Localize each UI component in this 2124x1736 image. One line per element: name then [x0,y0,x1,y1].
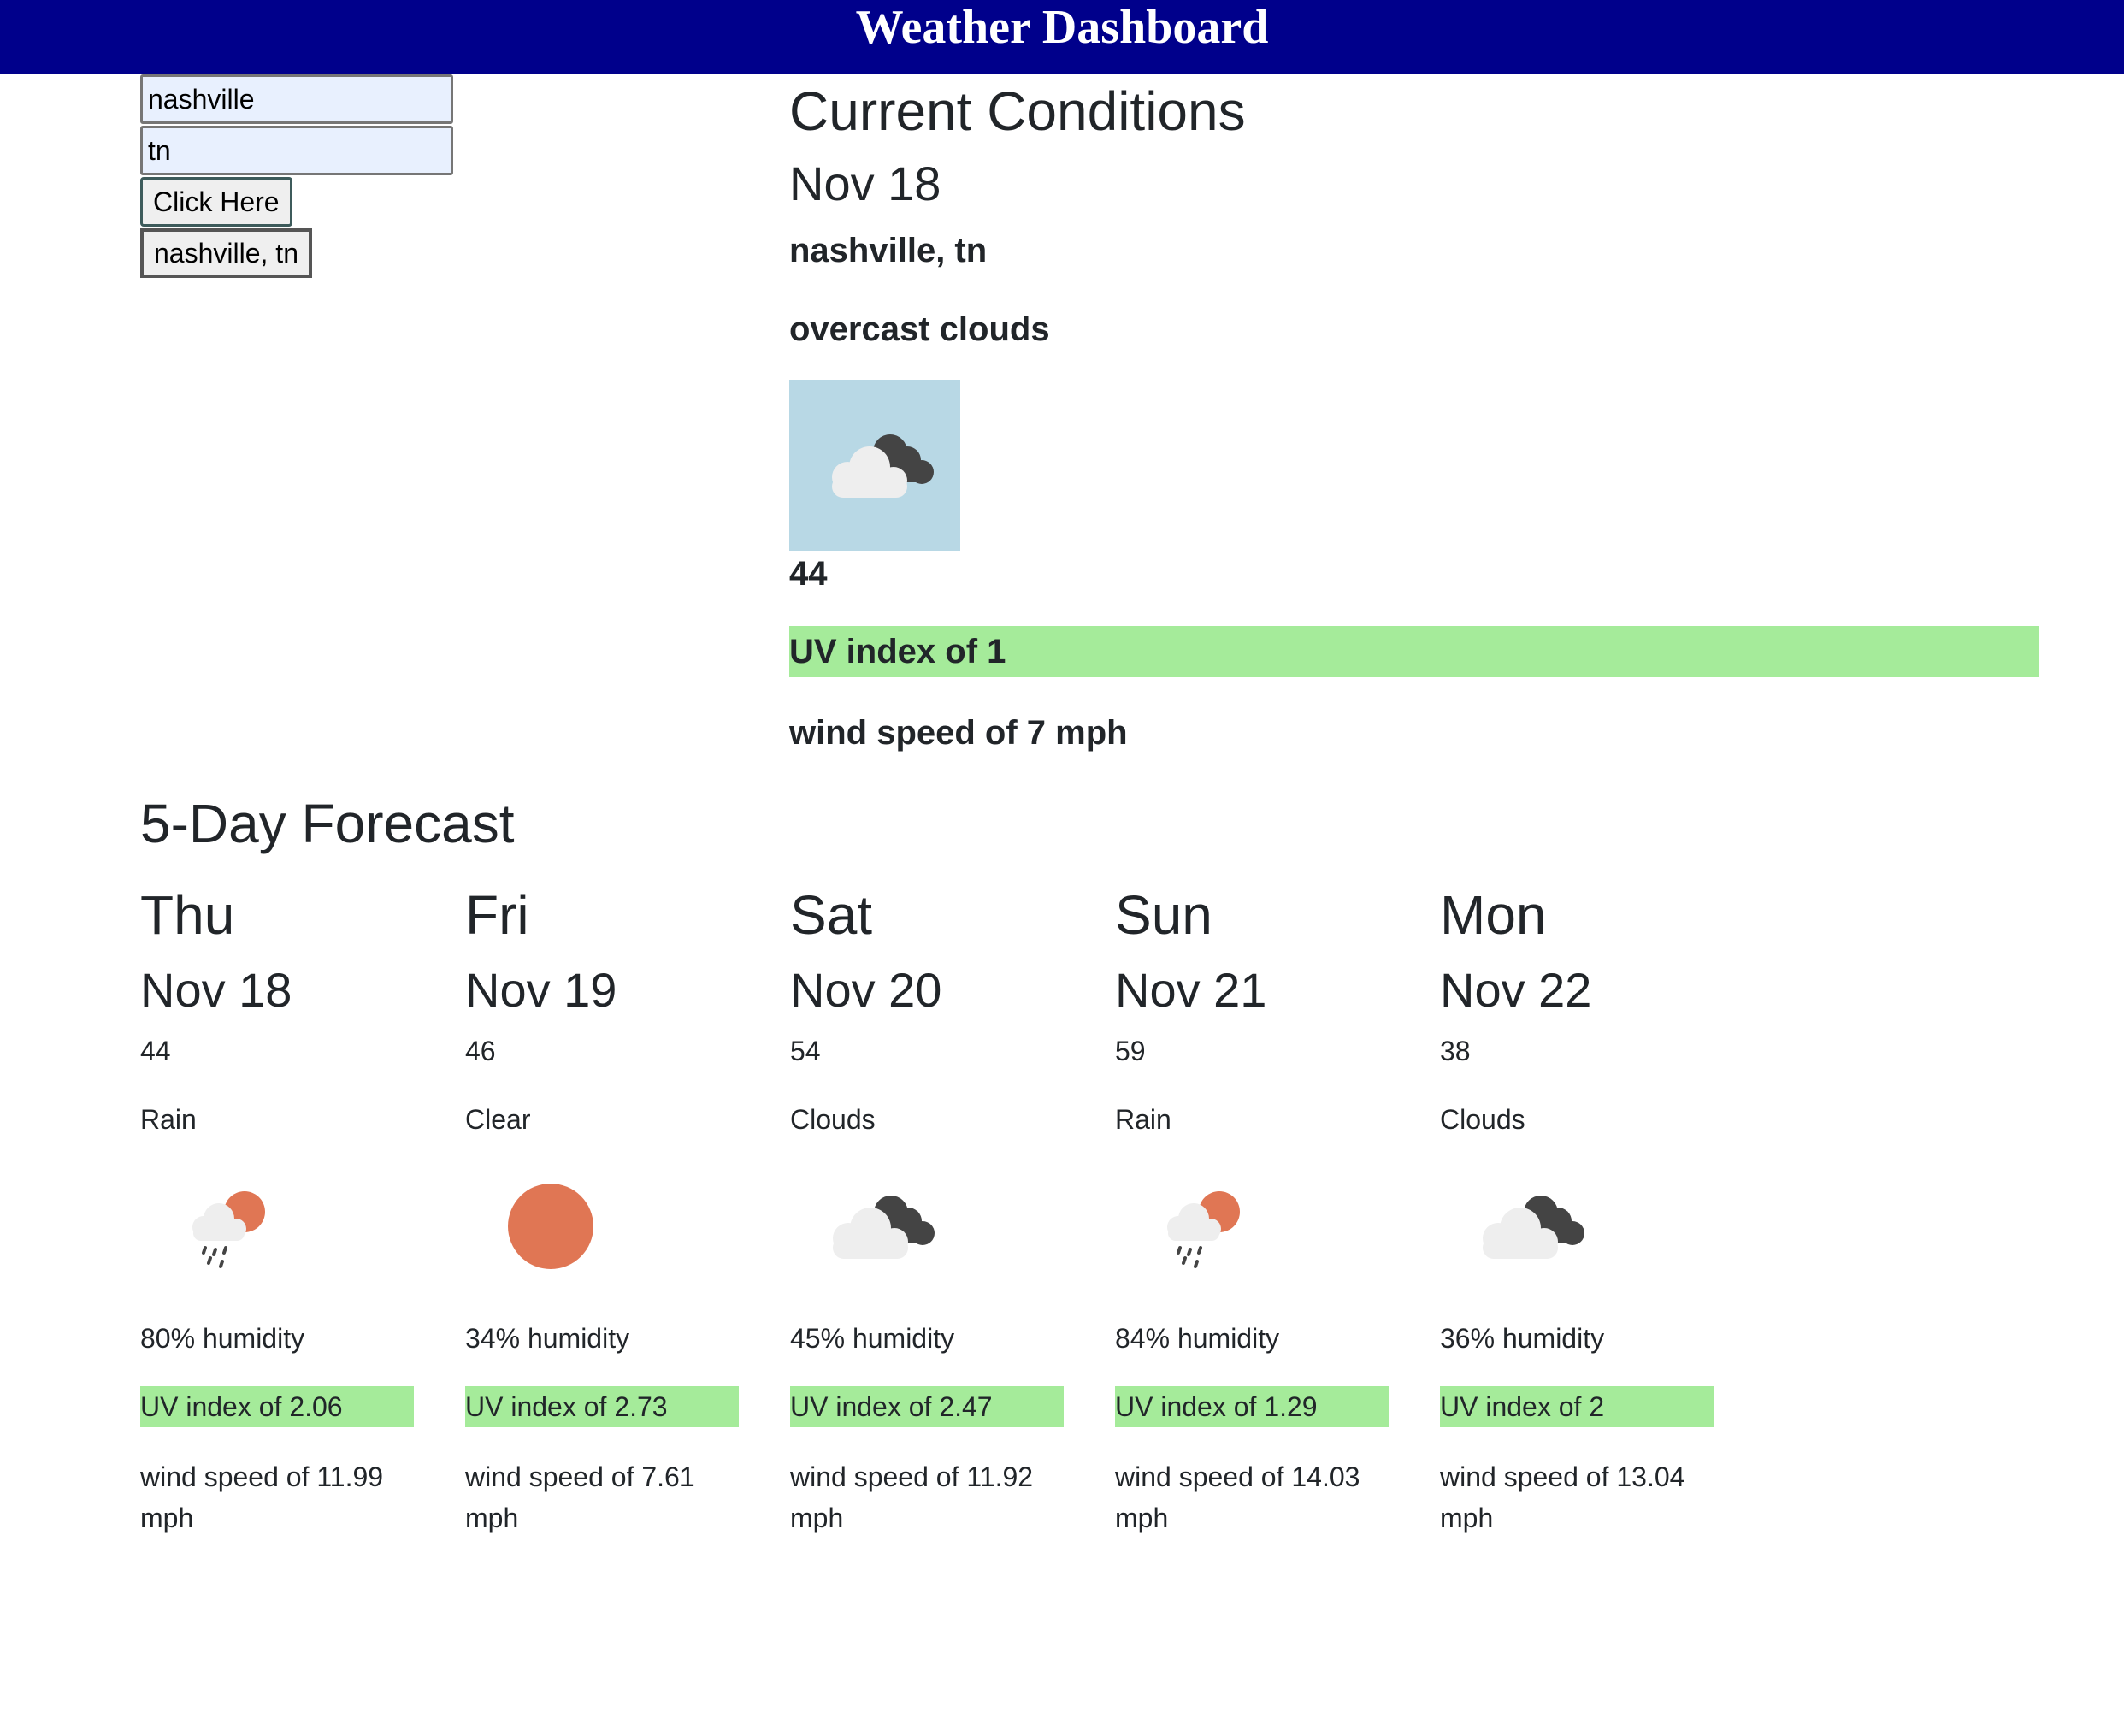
history-button-nashville-tn[interactable]: nashville, tn [140,228,312,278]
forecast-date: Nov 18 [140,963,292,1017]
search-panel: Click Here nashville, tn [140,74,457,280]
current-heading: Current Conditions [789,80,1246,142]
forecast-wind: wind speed of 11.92 mph [790,1461,1034,1533]
forecast-date: Nov 22 [1440,963,1592,1017]
forecast-description: Clouds [1440,1104,1525,1135]
forecast-heading: 5-Day Forecast [140,793,515,854]
rain-icon [1115,1162,1286,1290]
forecast-card-sun: Sun Nov 21 59 Rain 84% humidity UV index… [1115,877,1440,1538]
forecast-temperature: 38 [1440,1036,1471,1066]
broken-clouds-icon [1440,1162,1611,1290]
forecast-card-mon: Mon Nov 22 38 Clouds 36% humidity UV ind… [1440,877,1765,1538]
forecast-day: Mon [1440,884,1547,946]
forecast-wind: wind speed of 13.04 mph [1440,1461,1685,1533]
city-input[interactable] [140,74,453,124]
current-conditions: Current Conditions Nov 18 nashville, tn … [789,74,2039,753]
forecast-uv-badge: UV index of 2.06 [140,1386,414,1427]
forecast-temperature: 44 [140,1036,171,1066]
forecast-date: Nov 20 [790,963,942,1017]
sun-icon [465,1162,636,1290]
rain-icon [140,1162,311,1290]
forecast-humidity: 45% humidity [790,1323,955,1354]
app-title: Weather Dashboard [855,1,1269,54]
current-wind: wind speed of 7 mph [789,714,1128,752]
forecast-uv-badge: UV index of 1.29 [1115,1386,1389,1427]
current-description: overcast clouds [789,310,1050,348]
forecast-temperature: 54 [790,1036,821,1066]
forecast-humidity: 34% humidity [465,1323,630,1354]
forecast-description: Clear [465,1104,531,1135]
forecast-temperature: 46 [465,1036,496,1066]
forecast-card-sat: Sat Nov 20 54 Clouds 45% humidity UV ind… [790,877,1115,1538]
forecast-description: Rain [140,1104,197,1135]
forecast-wind: wind speed of 14.03 mph [1115,1461,1360,1533]
forecast-day: Sat [790,884,873,946]
current-temperature: 44 [789,555,828,593]
search-button[interactable]: Click Here [140,177,292,227]
broken-clouds-icon [790,1162,961,1290]
forecast-list: Thu Nov 18 44 Rain 80% humidity UV index… [140,877,1765,1538]
forecast-card-fri: Fri Nov 19 46 Clear 34% humidity UV inde… [465,877,790,1538]
forecast-humidity: 36% humidity [1440,1323,1605,1354]
forecast-date: Nov 19 [465,963,617,1017]
forecast-uv-badge: UV index of 2 [1440,1386,1714,1427]
current-uv-badge: UV index of 1 [789,626,2039,677]
forecast-day: Sun [1115,884,1212,946]
forecast-wind: wind speed of 11.99 mph [140,1461,384,1533]
forecast-humidity: 80% humidity [140,1323,305,1354]
forecast-date: Nov 21 [1115,963,1267,1017]
forecast-description: Rain [1115,1104,1171,1135]
forecast-wind: wind speed of 7.61 mph [465,1461,695,1533]
state-input[interactable] [140,126,453,175]
forecast-humidity: 84% humidity [1115,1323,1280,1354]
broken-clouds-icon [789,380,960,551]
forecast-temperature: 59 [1115,1036,1146,1066]
app-header: Weather Dashboard [0,0,2124,74]
forecast-uv-badge: UV index of 2.47 [790,1386,1064,1427]
forecast-description: Clouds [790,1104,876,1135]
forecast-day: Fri [465,884,529,946]
forecast-uv-badge: UV index of 2.73 [465,1386,739,1427]
current-location: nashville, tn [789,232,988,269]
forecast-card-thu: Thu Nov 18 44 Rain 80% humidity UV index… [140,877,465,1538]
current-date: Nov 18 [789,156,941,210]
forecast-day: Thu [140,884,235,946]
